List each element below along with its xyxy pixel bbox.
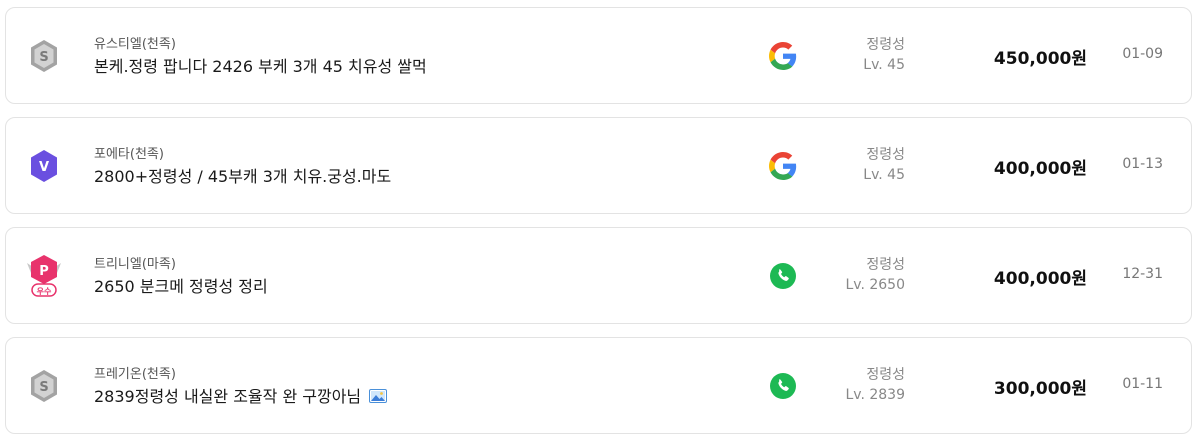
- google-icon: [769, 152, 797, 180]
- pink-p-excellent-badge-icon: P 우수: [23, 253, 65, 299]
- price: 450,000원: [993, 49, 1087, 69]
- svg-text:S: S: [39, 50, 48, 65]
- listing-title[interactable]: 2650 분크메 정령성 정리: [94, 273, 268, 297]
- job-class: 정령성: [866, 147, 905, 163]
- seller-name: 포에타(천족): [94, 147, 164, 162]
- seller-name: 유스티엘(천족): [94, 37, 176, 52]
- item-listing: S 유스티엘(천족) 본케.정령 팝니다 2426 부케 3개 45 치유성 쌀…: [0, 0, 1198, 440]
- date: 12-31: [1122, 266, 1163, 282]
- purple-v-hexagon-icon: V: [26, 146, 62, 186]
- level: Lv. 2839: [845, 387, 905, 403]
- svg-text:우수: 우수: [37, 287, 52, 296]
- silver-s-shield-icon: S: [26, 366, 62, 406]
- price: 300,000원: [993, 379, 1087, 399]
- listing-title-text: 2800+정령성 / 45부캐 3개 치유.궁성.마도: [94, 167, 392, 186]
- listing-card[interactable]: S 프레기온(천족) 2839정령성 내실완 조율작 완 구깡아님 정령성 Lv…: [5, 337, 1192, 434]
- job-class: 정령성: [866, 257, 905, 273]
- listing-card[interactable]: S 유스티엘(천족) 본케.정령 팝니다 2426 부케 3개 45 치유성 쌀…: [5, 7, 1192, 104]
- listing-title-text: 본케.정령 팝니다 2426 부케 3개 45 치유성 쌀먹: [94, 57, 427, 76]
- seller-name: 프레기온(천족): [94, 367, 176, 382]
- listing-title[interactable]: 2839정령성 내실완 조율작 완 구깡아님: [94, 383, 388, 407]
- silver-s-shield-icon: S: [26, 36, 62, 76]
- listing-title[interactable]: 2800+정령성 / 45부캐 3개 치유.궁성.마도: [94, 163, 391, 187]
- phone-icon: [769, 372, 797, 400]
- listing-title-text: 2839정령성 내실완 조율작 완 구깡아님: [94, 387, 362, 406]
- price: 400,000원: [993, 269, 1087, 289]
- price: 400,000원: [993, 159, 1087, 179]
- level: Lv. 45: [863, 57, 905, 73]
- date: 01-13: [1122, 156, 1163, 172]
- svg-text:V: V: [39, 160, 49, 175]
- listing-card[interactable]: V 포에타(천족) 2800+정령성 / 45부캐 3개 치유.궁성.마도 정령…: [5, 117, 1192, 214]
- level: Lv. 45: [863, 167, 905, 183]
- listing-title-text: 2650 분크메 정령성 정리: [94, 277, 268, 296]
- image-attached-icon: [369, 388, 388, 403]
- phone-icon: [769, 262, 797, 290]
- date: 01-11: [1122, 376, 1163, 392]
- google-icon: [769, 42, 797, 70]
- date: 01-09: [1122, 46, 1163, 62]
- svg-text:S: S: [39, 380, 48, 395]
- seller-name: 트리니엘(마족): [94, 257, 176, 272]
- level: Lv. 2650: [845, 277, 905, 293]
- listing-card[interactable]: P 우수 트리니엘(마족) 2650 분크메 정령성 정리 정령성 Lv. 26…: [5, 227, 1192, 324]
- job-class: 정령성: [866, 37, 905, 53]
- listing-title[interactable]: 본케.정령 팝니다 2426 부케 3개 45 치유성 쌀먹: [94, 53, 427, 77]
- job-class: 정령성: [866, 367, 905, 383]
- svg-text:P: P: [39, 264, 49, 279]
